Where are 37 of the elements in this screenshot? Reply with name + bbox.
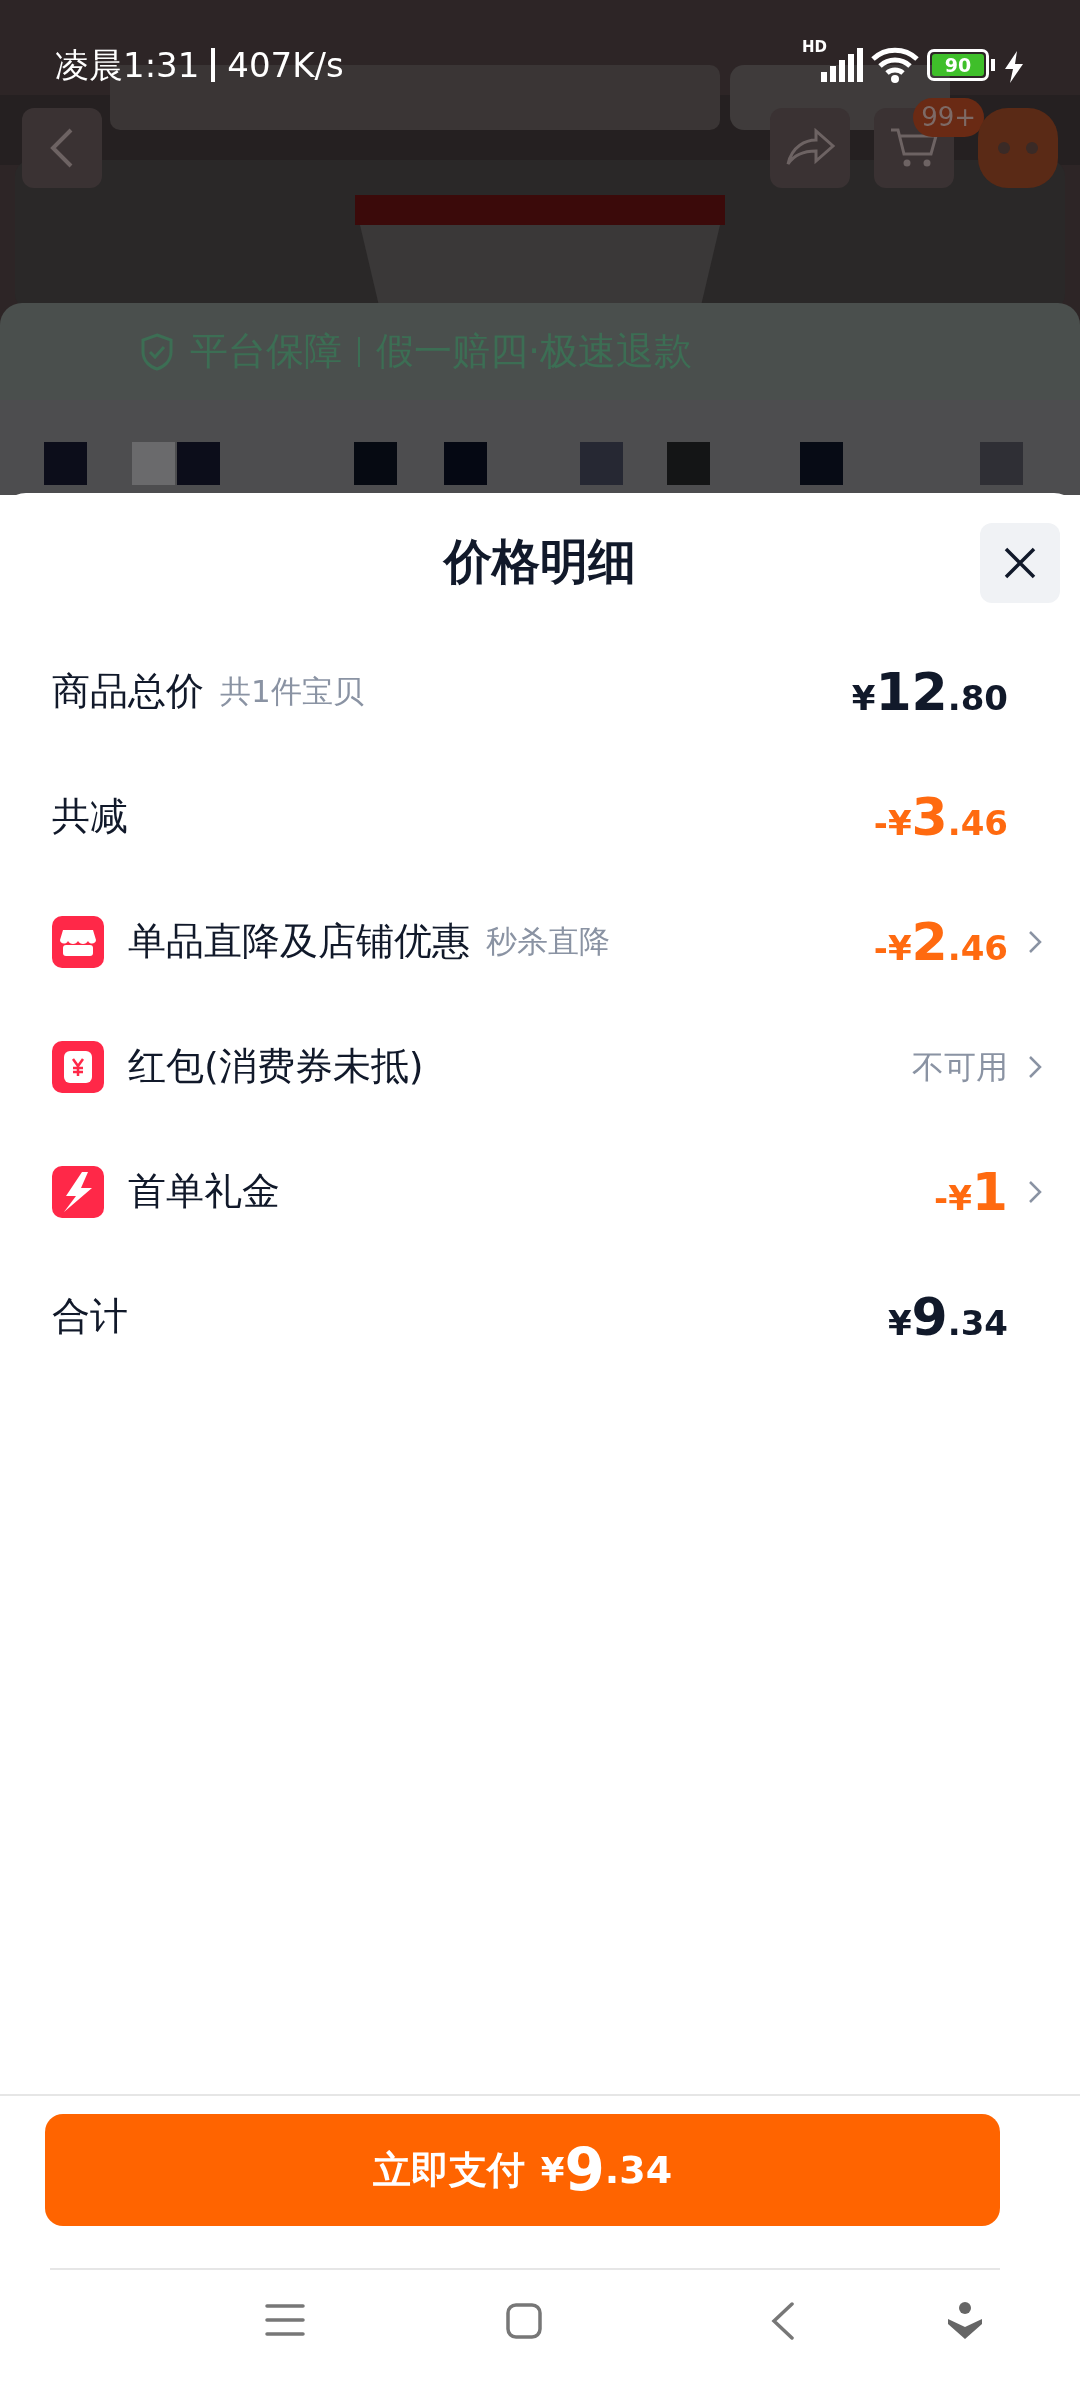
- menu-icon: [265, 2302, 305, 2338]
- network-type: HD: [802, 36, 827, 58]
- price-amount: -¥2.46: [873, 910, 1008, 974]
- close-icon: [1002, 545, 1038, 581]
- price-amount: -¥1: [934, 1160, 1008, 1224]
- row-label: 商品总价: [52, 668, 204, 715]
- row-label: 首单礼金: [128, 1168, 280, 1215]
- back-icon: [770, 2302, 796, 2340]
- row-note: 共1件宝贝: [220, 672, 364, 712]
- status-time: 凌晨1:31: [55, 43, 200, 87]
- store-icon: [52, 915, 104, 968]
- row-label: 红包(消费券未抵): [128, 1043, 424, 1090]
- close-button[interactable]: [980, 523, 1060, 603]
- divider-bar: [211, 48, 216, 82]
- row-label: 单品直降及店铺优惠: [128, 918, 470, 965]
- price-row[interactable]: 红包(消费券未抵) 不可用: [0, 1004, 1080, 1129]
- lightning-icon: [52, 1165, 104, 1218]
- price-row[interactable]: 单品直降及店铺优惠 秒杀直降 -¥2.46: [0, 879, 1080, 1004]
- row-label: 共减: [52, 793, 128, 840]
- share-button[interactable]: [770, 107, 850, 188]
- share-icon: [784, 127, 836, 168]
- dots-icon: [996, 140, 1040, 155]
- price-row[interactable]: 首单礼金 -¥1: [0, 1129, 1080, 1254]
- home-icon: [505, 2302, 543, 2340]
- voucher-icon: [52, 1040, 104, 1093]
- network-speed: 407K/s: [227, 43, 344, 87]
- row-note: 秒杀直降: [486, 922, 610, 962]
- row-label: 合计: [52, 1293, 128, 1340]
- price-amount: -¥3.46: [873, 785, 1008, 849]
- price-amount: ¥9.34: [887, 1285, 1008, 1349]
- shield-icon: [140, 332, 174, 371]
- back-button[interactable]: [22, 107, 102, 188]
- wifi-icon: [871, 47, 919, 83]
- price-amount: ¥12.80: [851, 660, 1008, 724]
- assistant-icon: [947, 2302, 983, 2340]
- row-status: 不可用: [912, 1046, 1008, 1088]
- sheet-title: 价格明细: [444, 532, 636, 591]
